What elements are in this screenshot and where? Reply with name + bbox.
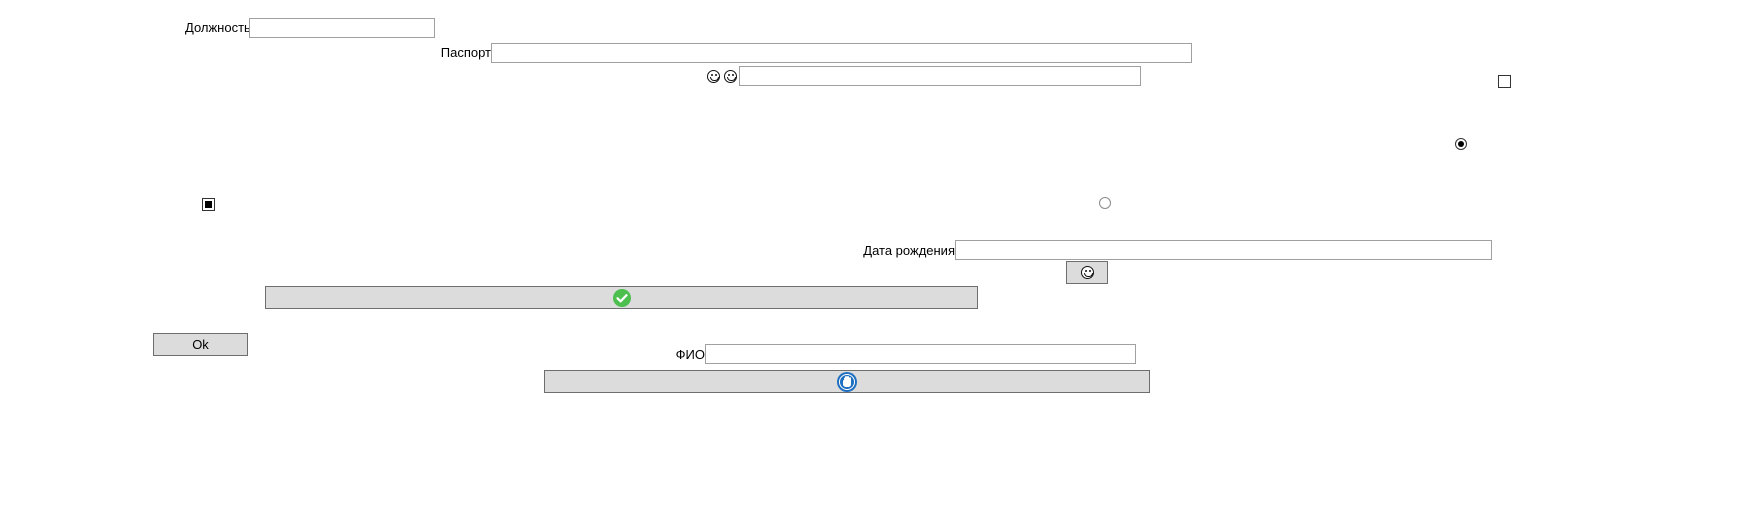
passport-input[interactable] [491,43,1192,63]
full-name-input[interactable] [705,344,1136,364]
ok-button[interactable]: Ok [153,333,248,356]
emoji-button[interactable] [1066,261,1108,284]
grinning-face-icon [707,70,720,83]
radio-top-right[interactable] [1455,138,1467,150]
birth-date-label: Дата рождения [863,243,955,258]
position-input[interactable] [249,18,435,38]
passport-label: Паспорт [440,45,491,60]
green-check-circle-icon [612,288,631,307]
blue-hand-circle-icon [837,371,857,392]
emoji-field-input[interactable] [739,66,1141,86]
checkbox-left[interactable] [202,198,215,211]
full-name-label: ФИО [675,347,705,362]
position-label: Должность [185,20,251,35]
birth-date-input[interactable] [955,240,1492,260]
checkbox-top-right[interactable] [1498,75,1511,88]
hand-wide-button[interactable] [544,370,1150,393]
grinning-face-icon [1080,266,1094,279]
confirm-wide-button[interactable] [265,286,978,309]
radio-middle[interactable] [1099,197,1111,209]
smiling-face-icon [724,70,737,83]
